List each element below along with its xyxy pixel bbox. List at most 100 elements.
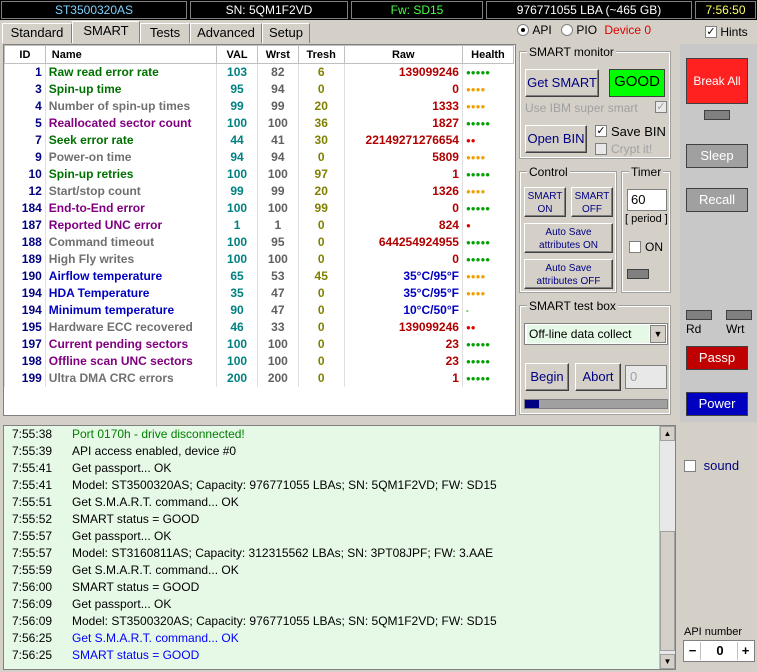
sleep-button[interactable]: Sleep <box>686 144 748 168</box>
autosave-on-button[interactable]: Auto Save attributes ON <box>524 223 613 253</box>
col-id[interactable]: ID <box>4 45 46 64</box>
log-scrollbar[interactable]: ▲ ▼ <box>659 426 675 669</box>
read-label: Rd <box>686 322 702 336</box>
smart-test-box: SMART test box Off-line data collect ▼ B… <box>519 299 671 415</box>
get-smart-button[interactable]: Get SMART <box>525 69 599 97</box>
table-header-row: ID Name VAL Wrst Tresh Raw Health <box>4 45 515 64</box>
table-row[interactable]: 194 Minimum temperature 90 47 0 10°C/50°F - <box>4 301 514 319</box>
hints-option[interactable]: ✓ Hints <box>705 24 748 39</box>
table-row[interactable]: 4 Number of spin-up times 99 99 20 1333 ●●●● <box>4 97 514 115</box>
sound-option[interactable]: sound <box>684 457 739 473</box>
table-row[interactable]: 195 Hardware ECC recovered 46 33 0 139099246 ●… <box>4 318 514 336</box>
table-row[interactable]: 9 Power-on time 94 94 0 5809 ●●●● <box>4 148 514 166</box>
table-row[interactable]: 190 Airflow temperature 65 53 45 35°C/95°F ●●●… <box>4 267 514 285</box>
tab-tests[interactable]: Tests <box>140 23 190 43</box>
col-val[interactable]: VAL <box>216 45 258 64</box>
break-all-button[interactable]: Break All <box>686 58 748 104</box>
table-row[interactable]: 184 End-to-End error 100 100 99 0 ●●●●● <box>4 199 514 217</box>
recall-button[interactable]: Recall <box>686 188 748 212</box>
table-row[interactable]: 3 Spin-up time 95 94 0 0 ●●●● <box>4 80 514 98</box>
scroll-down-icon[interactable]: ▼ <box>660 654 675 669</box>
timer-input[interactable]: 60 <box>627 189 667 211</box>
col-tresh[interactable]: Tresh <box>297 45 345 64</box>
table-row[interactable]: 198 Offline scan UNC sectors 100 100 0 23 ●●●●… <box>4 352 514 370</box>
timer-on-checkbox[interactable] <box>629 241 641 253</box>
table-row[interactable]: 197 Current pending sectors 100 100 0 23 ●●●●● <box>4 335 514 353</box>
col-wrst[interactable]: Wrst <box>256 45 299 64</box>
drive-capacity: 976771055 LBA (~465 GB) <box>486 1 692 19</box>
decrement-button[interactable]: − <box>685 642 701 660</box>
smart-off-button[interactable]: SMART OFF <box>571 187 613 217</box>
tab-bar: Standard SMART Tests Advanced Setup <box>0 21 520 43</box>
cell-val: 99 <box>216 97 258 115</box>
log-message: Get passport... OK <box>72 597 172 611</box>
api-number-value[interactable]: 0 <box>704 641 736 661</box>
cell-tresh: 99 <box>297 199 345 217</box>
log-entry: 7:56:09 Model: ST3500320AS; Capacity: 976… <box>4 613 675 630</box>
table-row[interactable]: 188 Command timeout 100 95 0 644254924955 ●●●●… <box>4 233 514 251</box>
smart-on-button[interactable]: SMART ON <box>524 187 566 217</box>
passport-button[interactable]: Passp <box>686 346 748 370</box>
cell-id: 9 <box>4 148 46 166</box>
col-health[interactable]: Health <box>461 45 515 64</box>
table-row[interactable]: 12 Start/stop count 99 99 20 1326 ●●●● <box>4 182 514 200</box>
cell-id: 7 <box>4 131 46 149</box>
table-row[interactable]: 5 Reallocated sector count 100 100 36 1827 ●●●… <box>4 114 514 132</box>
right-control-panel: Break All Sleep Recall Rd Wrt Passp Powe… <box>680 44 757 422</box>
log-entry: 7:55:39 API access enabled, device #0 <box>4 443 675 460</box>
col-name[interactable]: Name <box>44 45 218 64</box>
table-row[interactable]: 189 High Fly writes 100 100 0 0 ●●●●● <box>4 250 514 268</box>
begin-button[interactable]: Begin <box>525 363 569 391</box>
api-number-stepper[interactable]: − 0 + <box>683 640 755 662</box>
cell-val: 65 <box>216 267 258 285</box>
abort-button[interactable]: Abort <box>575 363 621 391</box>
crypt-checkbox[interactable] <box>595 143 607 155</box>
cell-val: 90 <box>216 301 258 319</box>
hints-checkbox[interactable]: ✓ <box>705 25 717 38</box>
table-row[interactable]: 194 HDA Temperature 35 47 0 35°C/95°F ●●●● <box>4 284 514 302</box>
cell-raw: 0 <box>343 199 463 217</box>
log-message: SMART status = GOOD <box>72 580 200 594</box>
cell-raw: 139099246 <box>343 63 463 81</box>
open-bin-button[interactable]: Open BIN <box>525 125 587 153</box>
cell-val: 44 <box>216 131 258 149</box>
cell-val: 35 <box>216 284 258 302</box>
tab-advanced[interactable]: Advanced <box>190 23 262 43</box>
log-entry: 7:55:57 Model: ST3160811AS; Capacity: 312… <box>4 545 675 562</box>
tab-setup[interactable]: Setup <box>262 23 310 43</box>
scroll-up-icon[interactable]: ▲ <box>660 426 675 441</box>
cell-tresh: 0 <box>297 233 345 251</box>
api-label: API <box>532 22 552 37</box>
col-raw[interactable]: Raw <box>343 45 463 64</box>
test-type-select[interactable]: Off-line data collect ▼ <box>524 323 668 345</box>
scroll-thumb[interactable] <box>660 531 675 651</box>
table-row[interactable]: 7 Seek error rate 44 41 30 22149271276654 ●● <box>4 131 514 149</box>
cell-id: 188 <box>4 233 46 251</box>
increment-button[interactable]: + <box>737 642 753 660</box>
cell-health: ●●●● <box>461 80 514 98</box>
save-bin-checkbox[interactable]: ✓ <box>595 125 607 137</box>
ibm-super-smart-checkbox[interactable]: ✓ <box>655 101 667 113</box>
api-radio[interactable] <box>517 23 529 36</box>
table-row[interactable]: 187 Reported UNC error 1 1 0 824 ● <box>4 216 514 234</box>
sound-checkbox[interactable] <box>684 459 696 472</box>
test-counter-input[interactable]: 0 <box>625 365 667 389</box>
tab-standard[interactable]: Standard <box>2 23 72 43</box>
cell-val: 103 <box>216 63 258 81</box>
pio-radio[interactable] <box>561 23 574 36</box>
cell-val: 100 <box>216 250 258 268</box>
cell-health: ●●●●● <box>461 63 514 81</box>
table-row[interactable]: 10 Spin-up retries 100 100 97 1 ●●●●● <box>4 165 514 183</box>
cell-wrst: 100 <box>256 352 299 370</box>
table-row[interactable]: 199 Ultra DMA CRC errors 200 200 0 1 ●●●●● <box>4 369 514 387</box>
autosave-off-button[interactable]: Auto Save attributes OFF <box>524 259 613 289</box>
cell-tresh: 0 <box>297 148 345 166</box>
cell-tresh: 0 <box>297 301 345 319</box>
table-row[interactable]: 1 Raw read error rate 103 82 6 139099246 ●●●●● <box>4 63 514 81</box>
read-indicator <box>686 310 712 320</box>
power-button[interactable]: Power <box>686 392 748 416</box>
cell-name: Command timeout <box>44 233 217 251</box>
chevron-down-icon[interactable]: ▼ <box>650 325 666 343</box>
tab-smart[interactable]: SMART <box>72 21 140 43</box>
device-label: Device 0 <box>604 22 652 37</box>
